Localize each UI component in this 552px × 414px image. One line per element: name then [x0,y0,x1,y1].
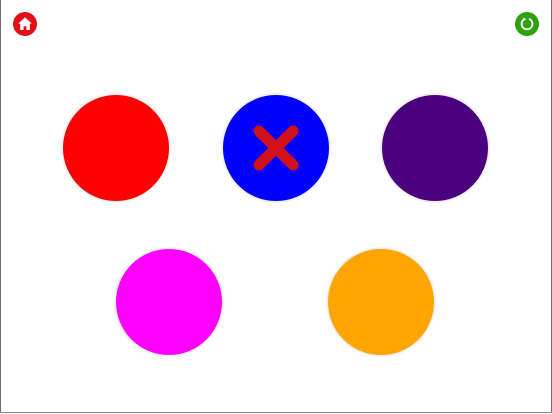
x-mark-icon [253,125,299,171]
color-circle-orange[interactable] [328,249,434,355]
restart-button[interactable] [515,12,539,36]
color-circle-purple[interactable] [382,95,488,201]
color-circle-blue[interactable] [223,95,329,201]
home-button[interactable] [13,12,37,36]
color-circle-magenta[interactable] [116,249,222,355]
screen-frame [0,0,552,413]
color-circle-red[interactable] [63,95,169,201]
home-icon [13,12,37,36]
restart-icon [515,12,539,36]
